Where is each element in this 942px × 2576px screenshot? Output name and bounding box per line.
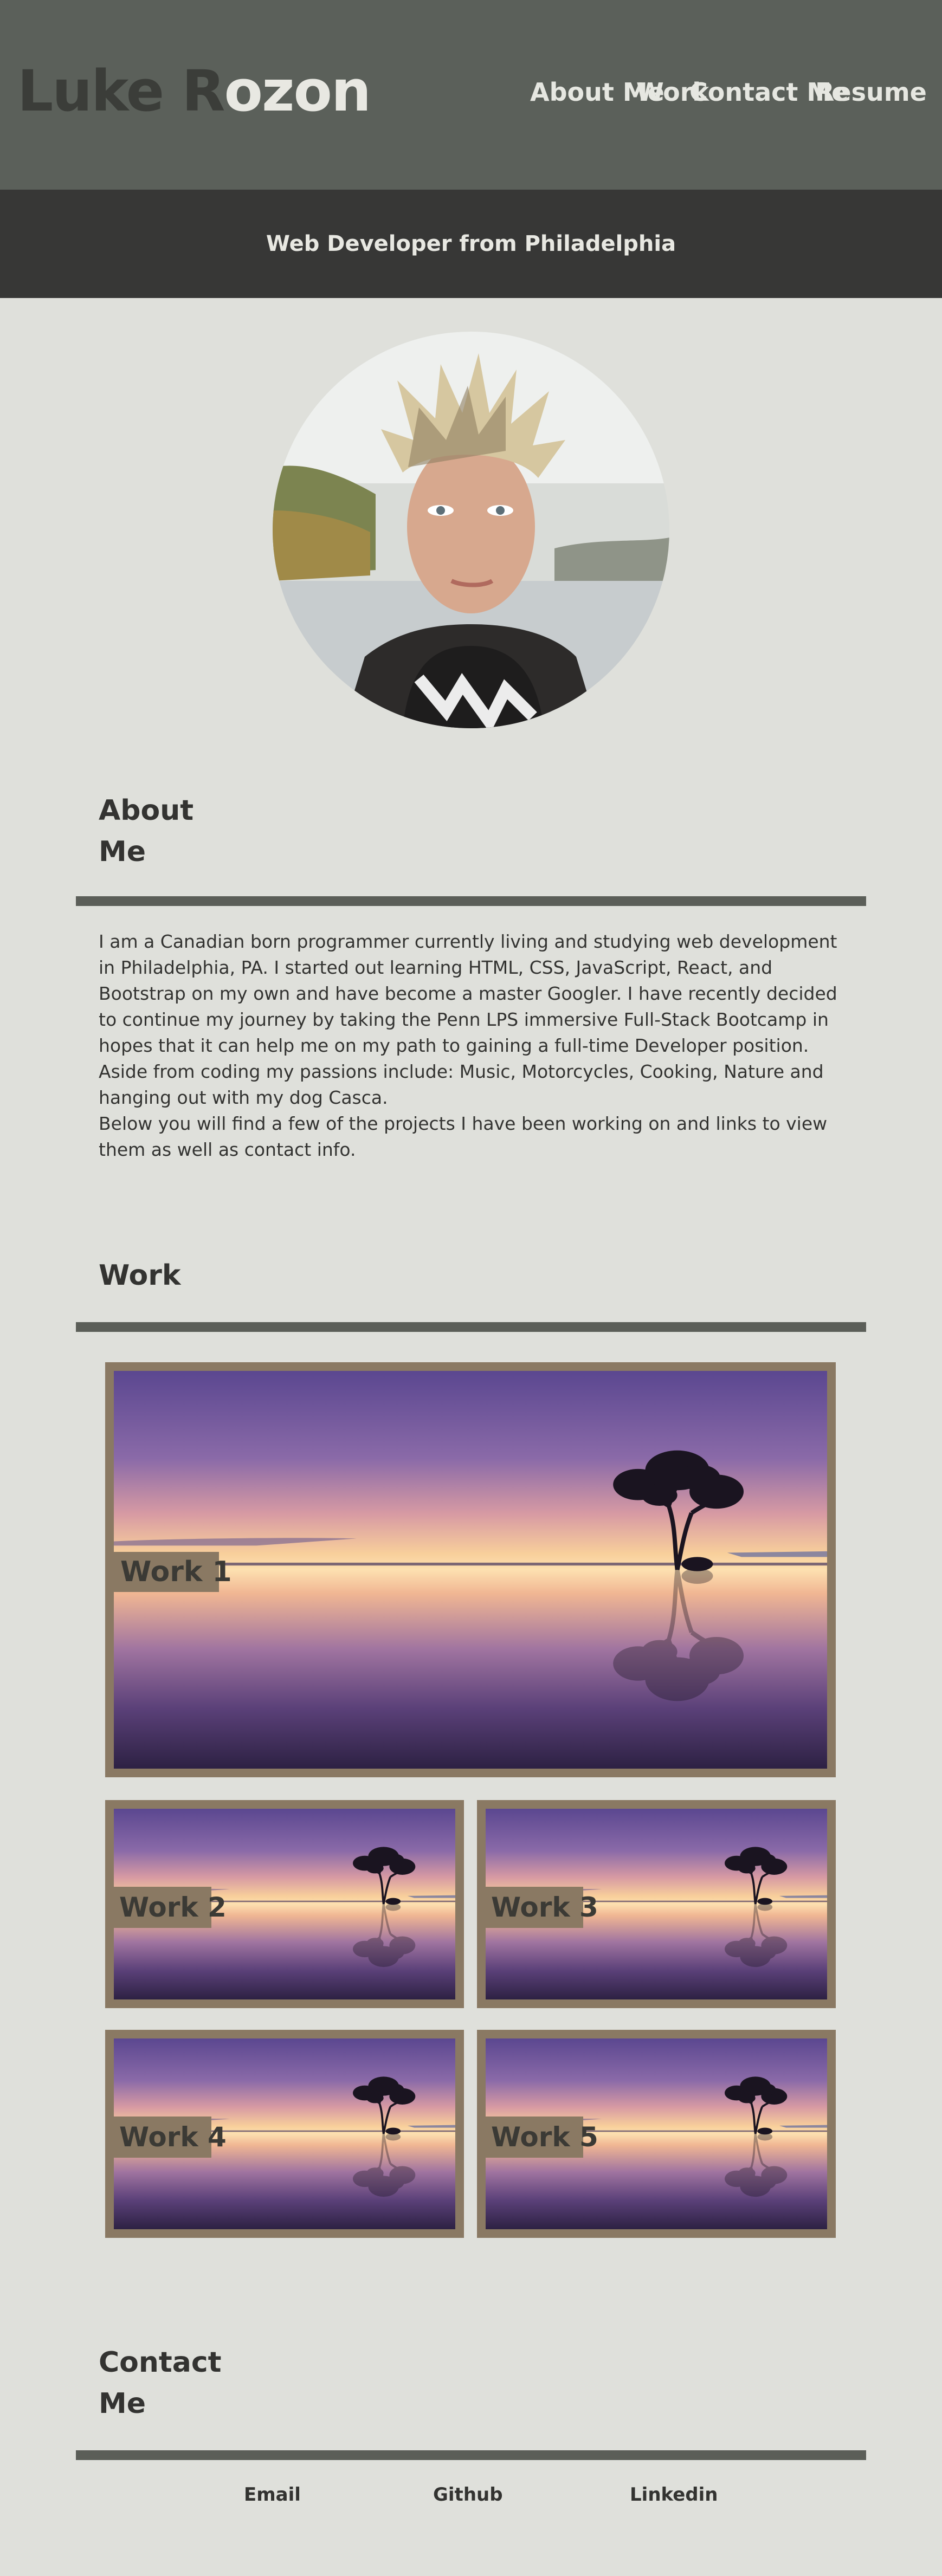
about-title: About Me [99,790,193,872]
linkedin-link[interactable]: Linkedin [630,2484,718,2506]
site-header: Luke Rozon About Me Work Contact Me Resu… [0,0,942,190]
email-link[interactable]: Email [244,2484,301,2506]
main-nav: About Me Work Contact Me Resume [530,0,942,190]
work-card-4[interactable]: Work 4 [105,2030,464,2238]
about-title-line2: Me [99,836,146,868]
about-paragraph-1: I am a Canadian born programmer currentl… [99,931,837,1108]
work-label-3: Work 3 [482,1887,598,1928]
logo-dark-text: Luke R [17,58,225,124]
work-label-5: Work 5 [482,2117,598,2158]
profile-photo [273,332,669,728]
work-label-4: Work 4 [111,2117,227,2158]
contact-title: Contact Me [99,2342,222,2424]
contact-title-line1: Contact [99,2346,222,2379]
site-logo[interactable]: Luke Rozon [17,58,371,124]
work-card-1[interactable]: Work 1 [105,1362,836,1777]
about-paragraph-2: Below you will find a few of the project… [99,1113,828,1160]
work-card-5[interactable]: Work 5 [477,2030,836,2238]
work-divider [76,1322,866,1332]
logo-light-text: ozon [224,58,371,124]
work-label-2: Work 2 [111,1887,227,1928]
work-card-2[interactable]: Work 2 [105,1800,464,2008]
work-card-3[interactable]: Work 3 [477,1800,836,2008]
github-link[interactable]: Github [433,2484,503,2506]
contact-title-line2: Me [99,2387,146,2420]
about-divider [76,896,866,906]
contact-divider [76,2450,866,2460]
nav-resume[interactable]: Resume [815,77,927,107]
subtitle-bar: Web Developer from Philadelphia [0,190,942,298]
subtitle: Web Developer from Philadelphia [266,231,676,256]
about-title-line1: About [99,794,194,827]
work-title: Work [99,1259,181,1292]
work-label-1: Work 1 [111,1552,232,1592]
